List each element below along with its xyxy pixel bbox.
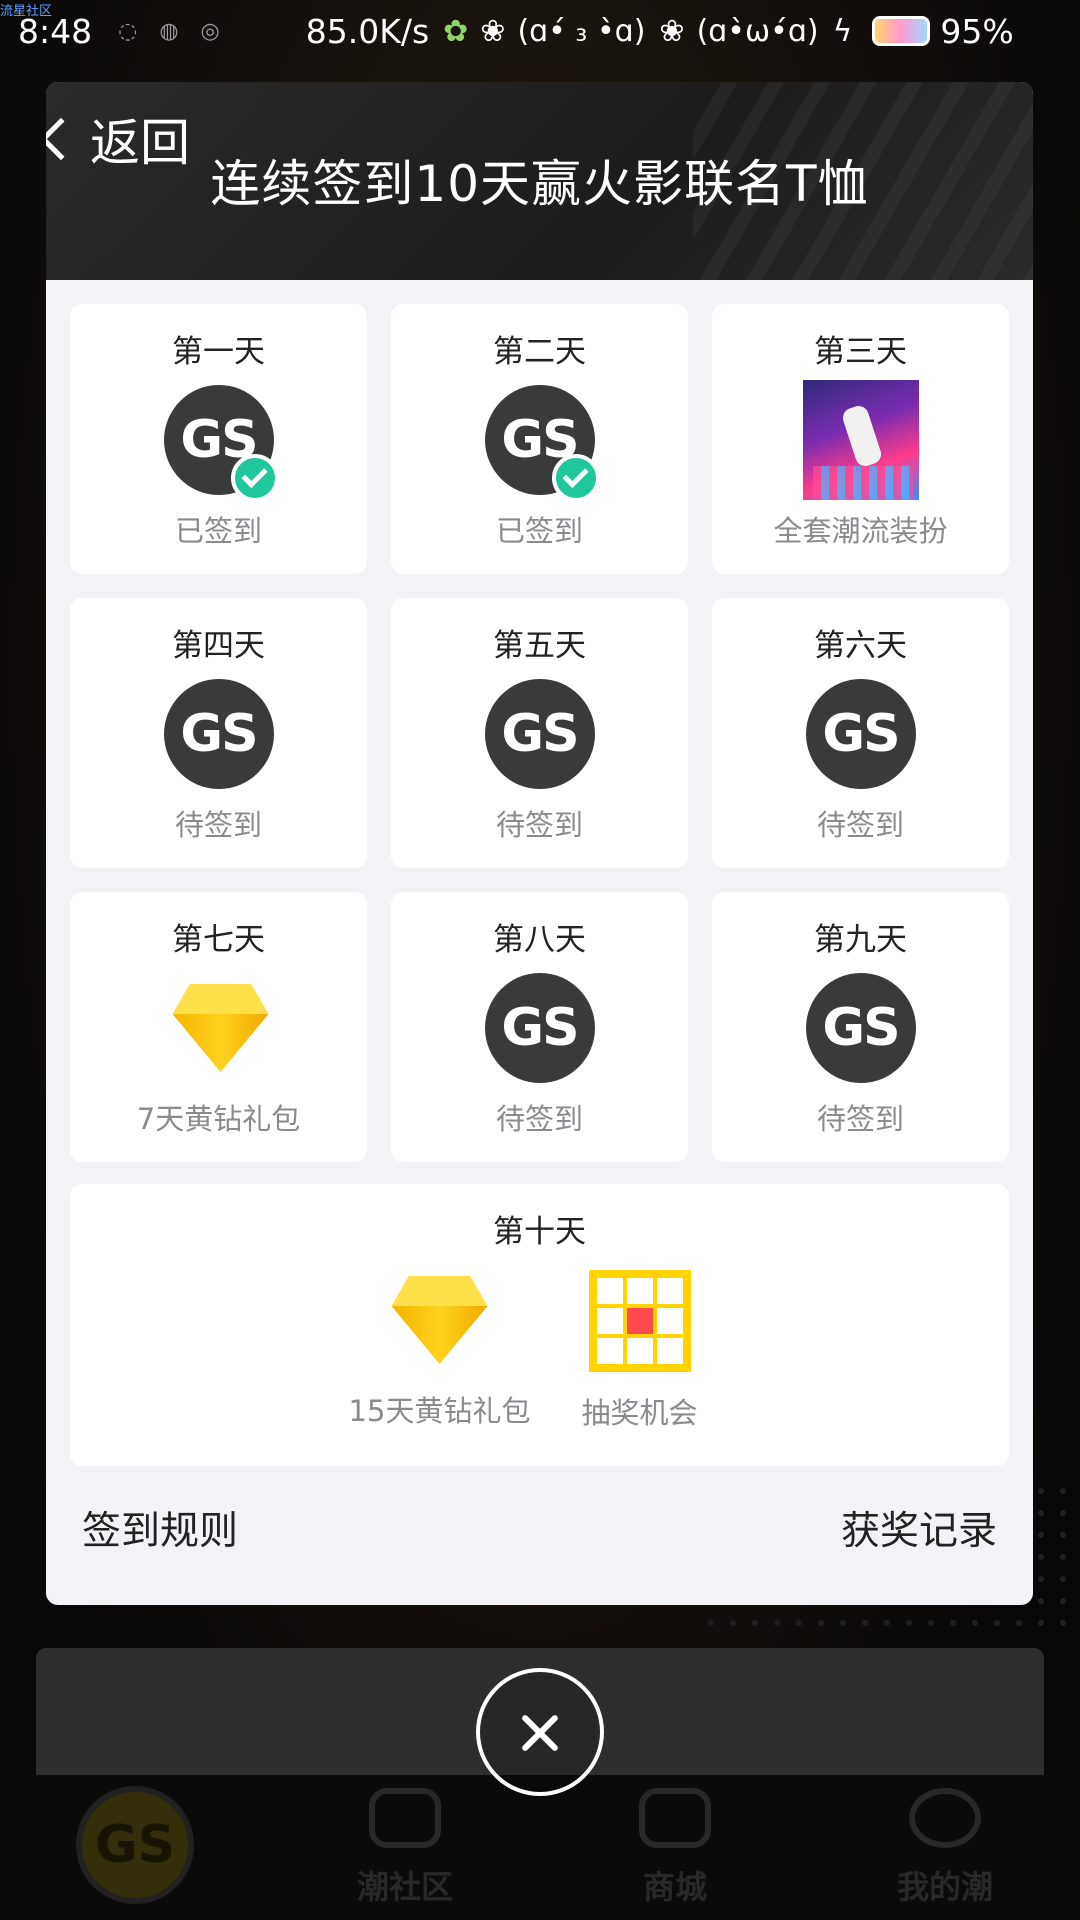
award-records-link[interactable]: 获奖记录 xyxy=(841,1500,997,1556)
reward-icon: GS xyxy=(482,970,598,1086)
paw-icon: ❀ xyxy=(659,13,685,49)
day-status: 待签到 xyxy=(816,1102,904,1136)
reward-icon: GS xyxy=(161,382,279,502)
reward-label: 15天黄钻礼包 xyxy=(348,1394,531,1428)
day-card-7[interactable]: 第七天 7天黄钻礼包 xyxy=(70,892,367,1162)
day-status: 待签到 xyxy=(495,1102,583,1136)
day-card-2[interactable]: 第二天 GS 已签到 xyxy=(391,304,688,574)
day-card-8[interactable]: 第八天 GS 待签到 xyxy=(391,892,688,1162)
day-card-1[interactable]: 第一天 GS 已签到 xyxy=(70,304,367,574)
reward-icon: GS xyxy=(803,970,919,1086)
reward-icon xyxy=(802,380,919,500)
checkin-rules-link[interactable]: 签到规则 xyxy=(82,1500,238,1556)
day-status: 7天黄钻礼包 xyxy=(136,1102,301,1136)
day-card-6[interactable]: 第六天 GS 待签到 xyxy=(712,598,1009,868)
day-status: 已签到 xyxy=(495,514,583,548)
reward-lottery: 抽奖机会 xyxy=(540,1270,740,1432)
reward-icon: GS xyxy=(161,676,277,792)
yellow-diamond-icon xyxy=(380,1270,500,1370)
reward-icon xyxy=(161,970,277,1086)
day-title: 第十天 xyxy=(493,1214,586,1250)
lottery-grid-icon xyxy=(588,1270,691,1372)
day-card-9[interactable]: 第九天 GS 待签到 xyxy=(712,892,1009,1162)
status-time: 8:48 xyxy=(18,11,93,51)
reward-label: 抽奖机会 xyxy=(581,1396,698,1430)
checkin-modal: 连续签到10天赢火影联名T恤 返回 第一天 GS 已签到 第二天 GS 已签到 … xyxy=(46,82,1033,1605)
gs-coin-icon: GS xyxy=(805,973,916,1083)
status-bar: 8:48 ◌ ◍ ◎ 85.0K/s ✿ ❀ (ɑ•́ ₃ •̀ɑ) ❀ (ɑ•… xyxy=(0,0,1080,62)
back-button[interactable]: 返回 xyxy=(46,104,190,174)
close-button[interactable] xyxy=(476,1668,604,1796)
day-title: 第七天 xyxy=(172,922,265,958)
day-title: 第六天 xyxy=(814,628,907,664)
paw-icon: ❀ xyxy=(480,13,506,49)
kaomoji-1: (ɑ•́ ₃ •̀ɑ) xyxy=(517,13,646,49)
kaomoji-2: (ɑ•̀ω•́ɑ) xyxy=(696,13,819,49)
back-label: 返回 xyxy=(90,114,190,172)
yellow-diamond-icon xyxy=(161,978,277,1078)
outfit-image xyxy=(802,380,919,500)
network-speed: 85.0K/s xyxy=(305,11,430,51)
notification-icon: ◌ xyxy=(118,18,138,44)
gs-coin-icon: GS xyxy=(805,679,916,789)
day-card-5[interactable]: 第五天 GS 待签到 xyxy=(391,598,688,868)
sprout-icon: ✿ xyxy=(443,13,469,49)
day-title: 第四天 xyxy=(172,628,265,664)
day-status: 待签到 xyxy=(174,808,262,842)
globe-icon: ◍ xyxy=(159,18,179,44)
modal-title: 连续签到10天赢火影联名T恤 xyxy=(210,155,869,213)
reward-icon: GS xyxy=(803,676,919,792)
day-ten-rewards: 15天黄钻礼包 抽奖机会 xyxy=(70,1270,1009,1432)
chevron-left-icon xyxy=(46,117,83,161)
day-title: 第八天 xyxy=(493,922,586,958)
gs-coin-icon: GS xyxy=(163,679,274,789)
gs-coin-icon: GS xyxy=(484,973,595,1083)
day-status: 待签到 xyxy=(495,808,583,842)
day-status: 全套潮流装扮 xyxy=(773,514,948,548)
day-title: 第五天 xyxy=(493,628,586,664)
day-title: 第一天 xyxy=(172,334,265,370)
gs-coin-icon: GS xyxy=(484,679,595,789)
day-card-10[interactable]: 第十天 15天黄钻礼包 抽奖机会 xyxy=(70,1184,1009,1466)
modal-header: 连续签到10天赢火影联名T恤 xyxy=(46,82,1033,280)
day-title: 第九天 xyxy=(814,922,907,958)
check-icon xyxy=(230,454,279,502)
day-grid: 第一天 GS 已签到 第二天 GS 已签到 第三天 全套潮流装扮 第四天 GS … xyxy=(70,304,1009,1162)
battery-percent: 95% xyxy=(940,11,1014,51)
reward-icon: GS xyxy=(482,382,600,502)
screen: GS 潮社区 商城 我的潮 流星社区 8:48 ◌ ◍ ◎ 85.0K/s ✿ … xyxy=(0,0,1080,1920)
day-card-3[interactable]: 第三天 全套潮流装扮 xyxy=(712,304,1009,574)
check-icon xyxy=(551,454,600,502)
battery-icon xyxy=(872,16,931,46)
reward-yellow-diamond: 15天黄钻礼包 xyxy=(340,1270,540,1432)
charging-icon: ϟ xyxy=(832,13,853,49)
sync-icon: ◎ xyxy=(200,18,220,44)
reward-icon: GS xyxy=(482,676,598,792)
day-status: 已签到 xyxy=(174,514,262,548)
day-card-4[interactable]: 第四天 GS 待签到 xyxy=(70,598,367,868)
day-status: 待签到 xyxy=(816,808,904,842)
day-title: 第三天 xyxy=(814,334,907,370)
day-title: 第二天 xyxy=(493,334,586,370)
